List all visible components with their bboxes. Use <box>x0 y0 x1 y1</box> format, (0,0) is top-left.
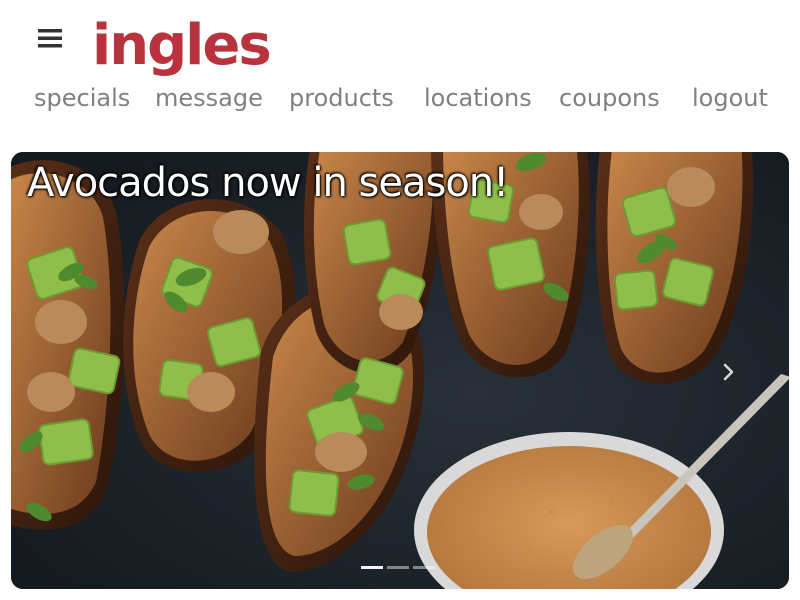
nav-item-logout[interactable]: logout <box>692 78 768 118</box>
slide-image <box>11 152 789 589</box>
nav-item-products[interactable]: products <box>289 78 394 118</box>
carousel-indicator-3[interactable] <box>413 566 435 569</box>
page: ingles specials message products locatio… <box>0 0 800 600</box>
nav-item-message[interactable]: message <box>155 78 263 118</box>
carousel-indicators <box>361 566 435 569</box>
header: ingles specials message products locatio… <box>0 0 800 150</box>
carousel-indicator-1[interactable] <box>361 566 383 569</box>
hamburger-menu-icon[interactable] <box>36 24 64 52</box>
chevron-right-icon[interactable] <box>717 358 741 386</box>
carousel-indicator-2[interactable] <box>387 566 409 569</box>
brand-logo-text: ingles <box>92 13 272 78</box>
hero-carousel[interactable]: Avocados now in season! <box>11 152 789 589</box>
nav-item-specials[interactable]: specials <box>34 78 130 118</box>
nav-item-coupons[interactable]: coupons <box>559 78 660 118</box>
slide-caption: Avocados now in season! <box>27 160 509 206</box>
brand-logo[interactable]: ingles <box>92 2 272 78</box>
main-nav: specials message products locations coup… <box>0 78 800 118</box>
nav-item-locations[interactable]: locations <box>424 78 532 118</box>
